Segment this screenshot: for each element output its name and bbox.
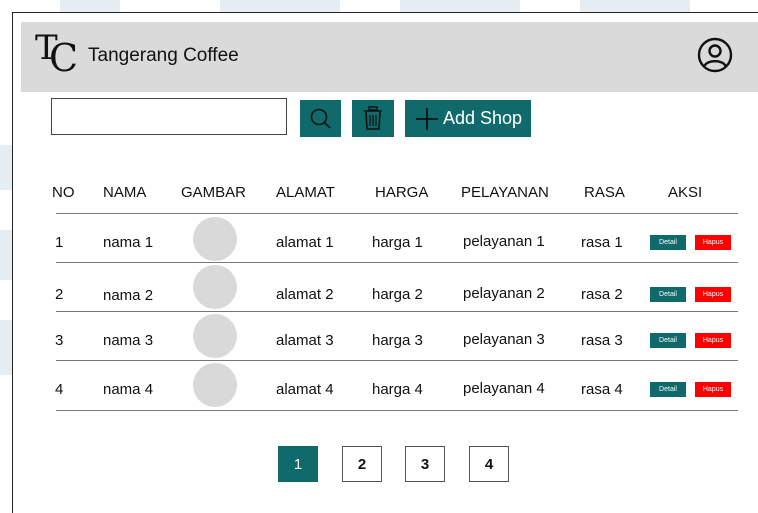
- column-header-no: NO: [52, 184, 75, 201]
- column-header-alamat: ALAMAT: [276, 184, 335, 201]
- search-icon: [310, 108, 331, 129]
- cell-no: 2: [55, 286, 64, 303]
- column-header-pelayanan: PELAYANAN: [461, 184, 549, 201]
- cell-pelayanan: pelayanan 2: [463, 285, 545, 302]
- hapus-button[interactable]: Hapus: [695, 382, 731, 397]
- app-header: TC Tangerang Coffee: [21, 22, 758, 92]
- hapus-button[interactable]: Hapus: [695, 287, 731, 302]
- detail-button[interactable]: Detail: [650, 287, 686, 302]
- detail-button[interactable]: Detail: [650, 382, 686, 397]
- cell-rasa: rasa 1: [581, 234, 623, 251]
- search-button[interactable]: [300, 100, 341, 137]
- row-divider: [56, 262, 738, 263]
- hapus-button[interactable]: Hapus: [695, 333, 731, 348]
- cell-alamat: alamat 1: [276, 234, 334, 251]
- cell-harga: harga 2: [372, 286, 423, 303]
- page-button-1[interactable]: 1: [278, 446, 318, 482]
- detail-button[interactable]: Detail: [650, 235, 686, 250]
- column-header-nama: NAMA: [103, 184, 147, 201]
- add-shop-label: Add Shop: [443, 108, 523, 128]
- header-divider: [56, 213, 738, 214]
- cell-harga: harga 1: [372, 234, 423, 251]
- cell-harga: harga 4: [372, 381, 423, 398]
- search-input[interactable]: [51, 98, 287, 135]
- cell-alamat: alamat 4: [276, 381, 334, 398]
- cell-no: 3: [55, 332, 64, 349]
- column-header-harga: HARGA: [375, 184, 429, 201]
- background-shape: [0, 230, 12, 280]
- shop-image-placeholder: [193, 363, 237, 407]
- user-circle-icon[interactable]: [696, 36, 734, 74]
- row-divider: [56, 311, 738, 312]
- delete-button[interactable]: [352, 100, 394, 137]
- background-shape: [400, 0, 520, 12]
- cell-nama: nama 3: [103, 332, 154, 349]
- logo: TC: [35, 28, 79, 80]
- cell-pelayanan: pelayanan 4: [463, 380, 545, 397]
- cell-pelayanan: pelayanan 1: [463, 233, 545, 250]
- cell-rasa: rasa 4: [581, 381, 623, 398]
- cell-alamat: alamat 2: [276, 286, 334, 303]
- page-button-3[interactable]: 3: [405, 446, 445, 482]
- shop-image-placeholder: [193, 314, 237, 358]
- column-header-rasa: RASA: [584, 184, 625, 201]
- background-shape: [60, 0, 120, 12]
- hapus-button[interactable]: Hapus: [695, 235, 731, 250]
- cell-no: 4: [55, 381, 64, 398]
- trash-icon: [364, 106, 382, 130]
- row-divider: [56, 410, 738, 411]
- cell-alamat: alamat 3: [276, 332, 334, 349]
- detail-button[interactable]: Detail: [650, 333, 686, 348]
- add-shop-button[interactable]: Add Shop: [405, 100, 531, 137]
- shop-image-placeholder: [193, 265, 237, 309]
- background-shape: [580, 0, 690, 12]
- cell-nama: nama 1: [103, 234, 154, 251]
- app-title: Tangerang Coffee: [88, 45, 239, 66]
- background-shape: [220, 0, 340, 12]
- cell-pelayanan: pelayanan 3: [463, 331, 545, 348]
- background-shape: [0, 320, 12, 375]
- cell-rasa: rasa 2: [581, 286, 623, 303]
- column-header-gambar: GAMBAR: [181, 184, 247, 201]
- page-button-2[interactable]: 2: [342, 446, 382, 482]
- page-button-4[interactable]: 4: [469, 446, 509, 482]
- plus-icon: [416, 107, 438, 130]
- cell-nama: nama 4: [103, 381, 154, 398]
- cell-harga: harga 3: [372, 332, 423, 349]
- cell-rasa: rasa 3: [581, 332, 623, 349]
- column-header-aksi: AKSI: [668, 184, 703, 201]
- background-shape: [0, 145, 12, 190]
- shop-image-placeholder: [193, 217, 237, 261]
- row-divider: [56, 360, 738, 361]
- cell-no: 1: [55, 234, 64, 251]
- cell-nama: nama 2: [103, 287, 154, 304]
